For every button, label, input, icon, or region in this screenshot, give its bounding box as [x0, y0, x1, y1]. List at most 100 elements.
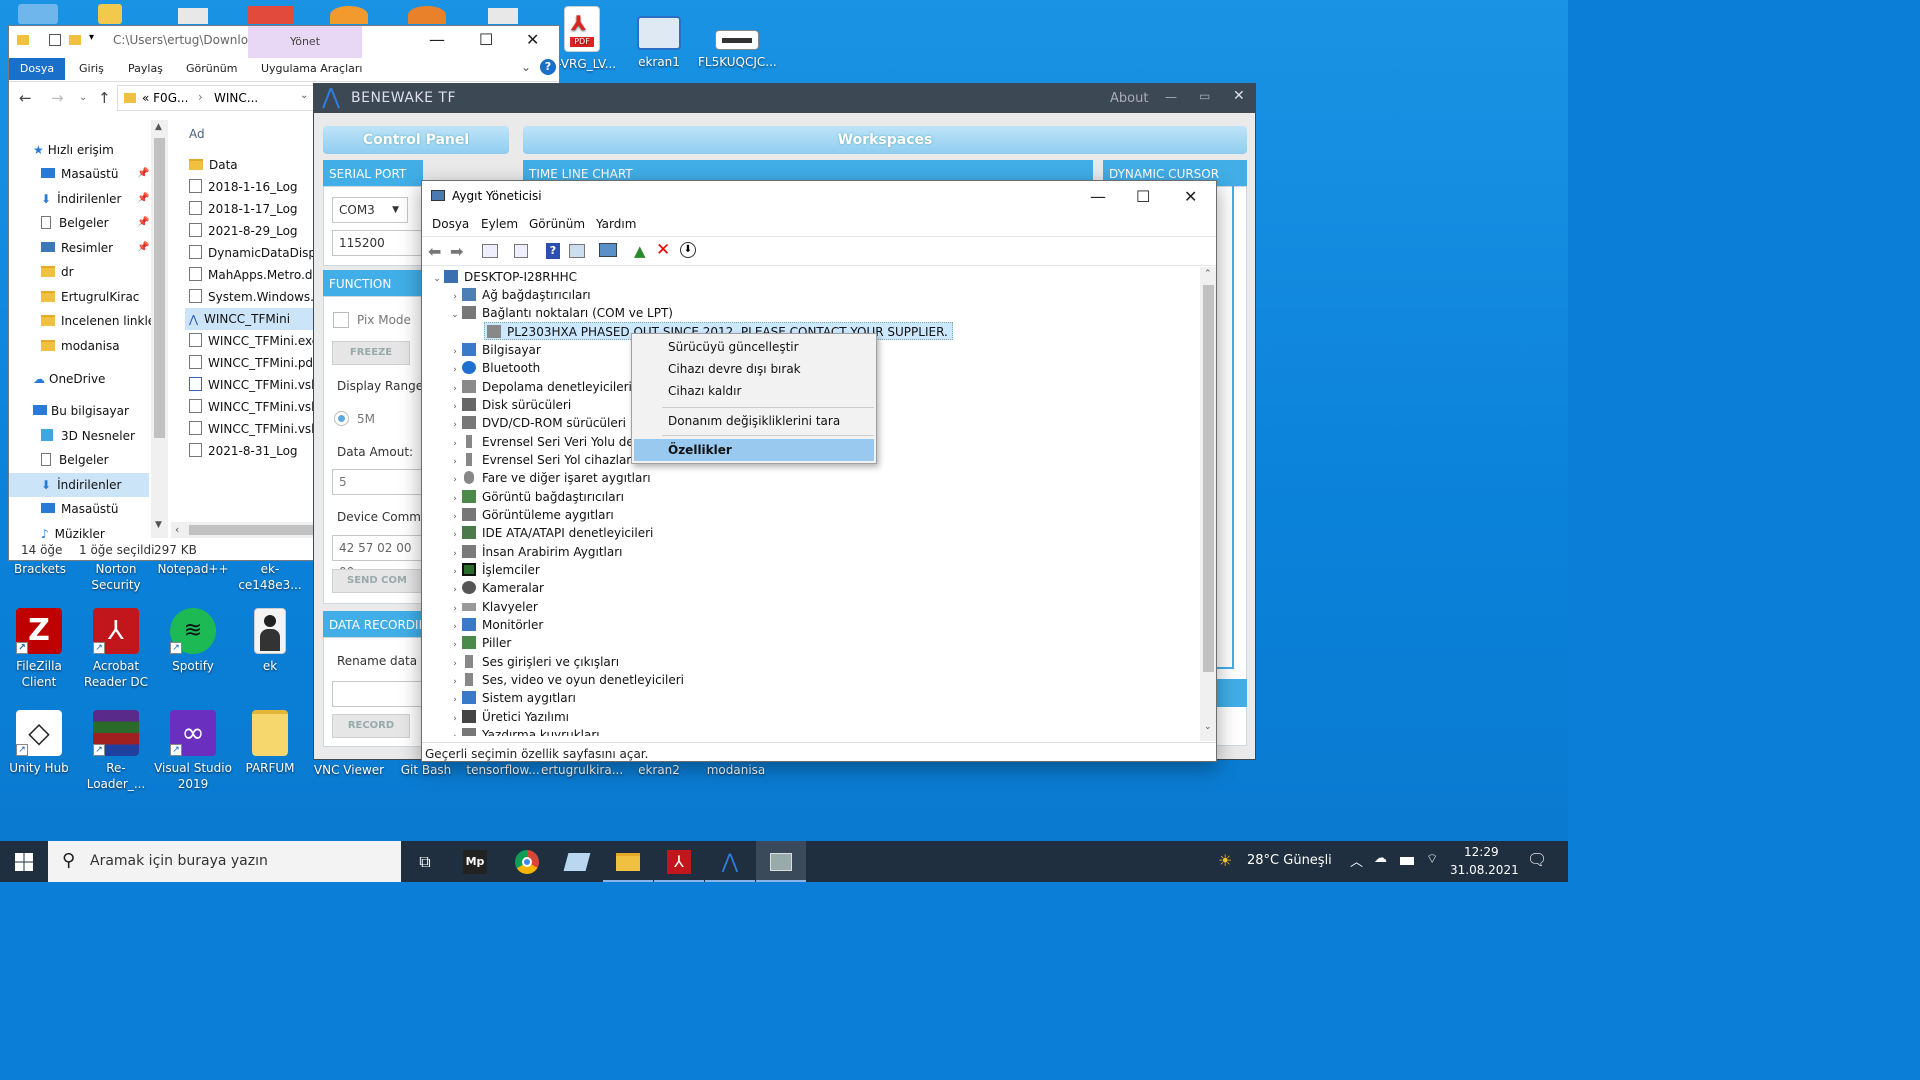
file-row[interactable]: WINCC_TFMini.exe. [189, 330, 323, 352]
file-row[interactable]: MahApps.Metro.dll [189, 264, 319, 286]
back-arrow-icon[interactable]: ⬅ [428, 242, 441, 261]
close-button[interactable]: ✕ [526, 30, 539, 49]
start-button[interactable] [0, 841, 48, 882]
taskbar-device-manager[interactable] [756, 841, 806, 882]
scroll-thumb[interactable] [189, 525, 319, 535]
file-row[interactable]: Data [189, 154, 238, 176]
nav-quick-access[interactable]: ★ Hızlı erişim [33, 138, 114, 162]
tree-category[interactable]: › Ses girişleri ve çıkışları [448, 653, 619, 671]
expand-chevron-icon[interactable]: › [448, 691, 462, 709]
com-port-select[interactable]: COM3 ▼ [332, 197, 408, 223]
scroll-thumb[interactable] [1203, 285, 1214, 672]
file-row[interactable]: WINCC_TFMini.pdb [189, 352, 321, 374]
ctx-uninstall-device[interactable]: Cihazı kaldır [634, 380, 874, 402]
tree-category[interactable]: › Bluetooth [448, 359, 540, 377]
scroll-up-icon[interactable]: ▲ [155, 122, 162, 132]
desktop-label-tensorflow[interactable]: tensorflow... [463, 762, 543, 778]
desktop-icon-partial-5[interactable] [330, 6, 368, 24]
desktop-icon-ek[interactable]: ek [231, 608, 309, 674]
taskbar-benewake[interactable]: ⋀ [705, 841, 755, 882]
desktop-icon-partial-6[interactable] [408, 6, 446, 24]
nav-belgeler[interactable]: Belgeler 📌 [41, 211, 149, 235]
collapse-chevron-icon[interactable]: ⌄ [448, 306, 462, 324]
ctx-update-driver[interactable]: Sürücüyü güncelleştir [634, 336, 874, 358]
weather-icon[interactable]: ☀ [1218, 851, 1232, 870]
desktop-icon-visual-studio[interactable]: ∞ ↗ Visual Studio 2019 [154, 710, 232, 792]
file-row[interactable]: 2021-8-29_Log [189, 220, 298, 242]
desktop-icon-unity-hub[interactable]: ◇ ↗ Unity Hub [0, 710, 78, 776]
expand-chevron-icon[interactable]: › [448, 471, 462, 489]
freeze-button[interactable]: FREEZE [332, 341, 410, 365]
desktop-icon-partial-2[interactable] [98, 4, 122, 24]
expand-chevron-icon[interactable]: › [448, 361, 462, 379]
nav-indirilenler[interactable]: ⬇ İndirilenler 📌 [41, 187, 149, 211]
weather-text[interactable]: 28°C Güneşli [1247, 853, 1332, 868]
tree-category[interactable]: › Görüntü bağdaştırıcıları [448, 488, 624, 506]
baud-rate-field[interactable]: 115200 [332, 230, 422, 256]
scroll-thumb[interactable] [154, 138, 165, 438]
forward-arrow-icon[interactable]: ➡ [450, 242, 463, 261]
clock-date[interactable]: 31.08.2021 [1450, 863, 1519, 877]
maximize-button[interactable]: ☐ [479, 30, 493, 49]
update-driver-icon[interactable]: ▲ [634, 242, 646, 260]
maximize-button[interactable]: ▭ [1199, 89, 1210, 103]
nav-resimler[interactable]: Resimler 📌 [41, 236, 149, 260]
desktop-icon-ekran1[interactable]: ekran1 [620, 6, 698, 70]
about-link[interactable]: About [1110, 91, 1148, 106]
pix-mode-checkbox[interactable] [333, 312, 349, 328]
close-button[interactable]: ✕ [1233, 88, 1245, 104]
column-header-name[interactable]: Ad [189, 127, 205, 141]
task-view-button[interactable]: ⧉ [400, 841, 450, 882]
tree-category[interactable]: › Kameralar [448, 579, 544, 597]
desktop-icon-fl5kuqcjc[interactable]: FL5KUQCJC... [698, 6, 777, 70]
forward-arrow-icon[interactable]: → [51, 89, 64, 107]
tree-category[interactable]: › Ses, video ve oyun denetleyicileri [448, 671, 684, 689]
pin-icon[interactable]: 📌 [137, 236, 149, 260]
file-row[interactable]: WINCC_TFMini.vsho [189, 374, 326, 396]
desktop-icon-partial-4[interactable] [248, 6, 294, 24]
tree-root[interactable]: ⌄ DESKTOP-I28RHHC [430, 268, 577, 286]
expand-chevron-icon[interactable]: › [448, 728, 462, 736]
help-icon[interactable]: ? [546, 243, 560, 259]
tab-uygulama-araclari[interactable]: Uygulama Araçları [261, 58, 362, 80]
nav-onedrive[interactable]: ☁ OneDrive [33, 367, 105, 391]
address-bar[interactable]: « F0G... › WINC... ⌄ [117, 85, 314, 111]
desktop-icon-partial-7[interactable] [488, 8, 518, 24]
file-row[interactable]: 2018-1-16_Log [189, 176, 298, 198]
minimize-button[interactable]: — [1165, 90, 1177, 104]
tree-category[interactable]: › İnsan Arabirim Aygıtları [448, 543, 623, 561]
scroll-down-icon[interactable]: ⌄ [1204, 722, 1212, 732]
tree-category[interactable]: ›Yazdırma kuyrukları [448, 726, 600, 736]
taskbar-file-explorer[interactable] [603, 841, 653, 882]
desktop-label-vnc-viewer[interactable]: VNC Viewer [309, 762, 389, 778]
desktop-label-ek-ce148e3[interactable]: ek-ce148e3... [230, 561, 310, 593]
tab-paylas[interactable]: Paylaş [128, 58, 163, 80]
tree-category[interactable]: › Bilgisayar [448, 341, 541, 359]
checkbox-icon[interactable] [49, 34, 61, 46]
download-driver-icon[interactable]: ⬇ [680, 242, 696, 258]
pin-icon[interactable]: 📌 [137, 211, 149, 235]
desktop-icon-reloader[interactable]: ↗ Re-Loader_... [77, 710, 155, 792]
file-row-selected[interactable]: ⋀ WINCC_TFMini [185, 308, 313, 330]
tree-category[interactable]: › İşlemciler [448, 561, 540, 579]
menu-gorunum[interactable]: Görünüm [529, 217, 585, 231]
wifi-icon[interactable]: ⌔ [1426, 851, 1438, 867]
uninstall-icon[interactable]: ✕ [656, 240, 670, 260]
device-command-field[interactable]: 42 57 02 00 00 [332, 535, 422, 579]
nav-3d-nesneler[interactable]: 3D Nesneler [41, 424, 135, 448]
clock-time[interactable]: 12:29 [1464, 845, 1499, 859]
file-list-hscrollbar[interactable]: ‹ [171, 522, 321, 538]
collapse-chevron-icon[interactable]: ⌄ [430, 270, 444, 288]
tree-category[interactable]: › Ağ bağdaştırıcıları [448, 286, 591, 304]
scroll-down-icon[interactable]: ▼ [155, 520, 162, 530]
tab-giris[interactable]: Giriş [79, 58, 104, 80]
breadcrumb-current[interactable]: WINC... [214, 91, 258, 105]
dropdown-icon[interactable]: ▾ [89, 32, 94, 43]
file-row[interactable]: WINCC_TFMini.vsho [189, 396, 326, 418]
tab-dosya[interactable]: Dosya [9, 58, 65, 80]
up-arrow-icon[interactable]: ↑ [98, 89, 111, 107]
ribbon-expand-icon[interactable]: ⌄ [521, 60, 531, 74]
file-row[interactable]: System.Windows.In [189, 286, 325, 308]
ctx-disable-device[interactable]: Cihazı devre dışı bırak [634, 358, 874, 380]
taskbar-chrome[interactable] [502, 841, 552, 882]
